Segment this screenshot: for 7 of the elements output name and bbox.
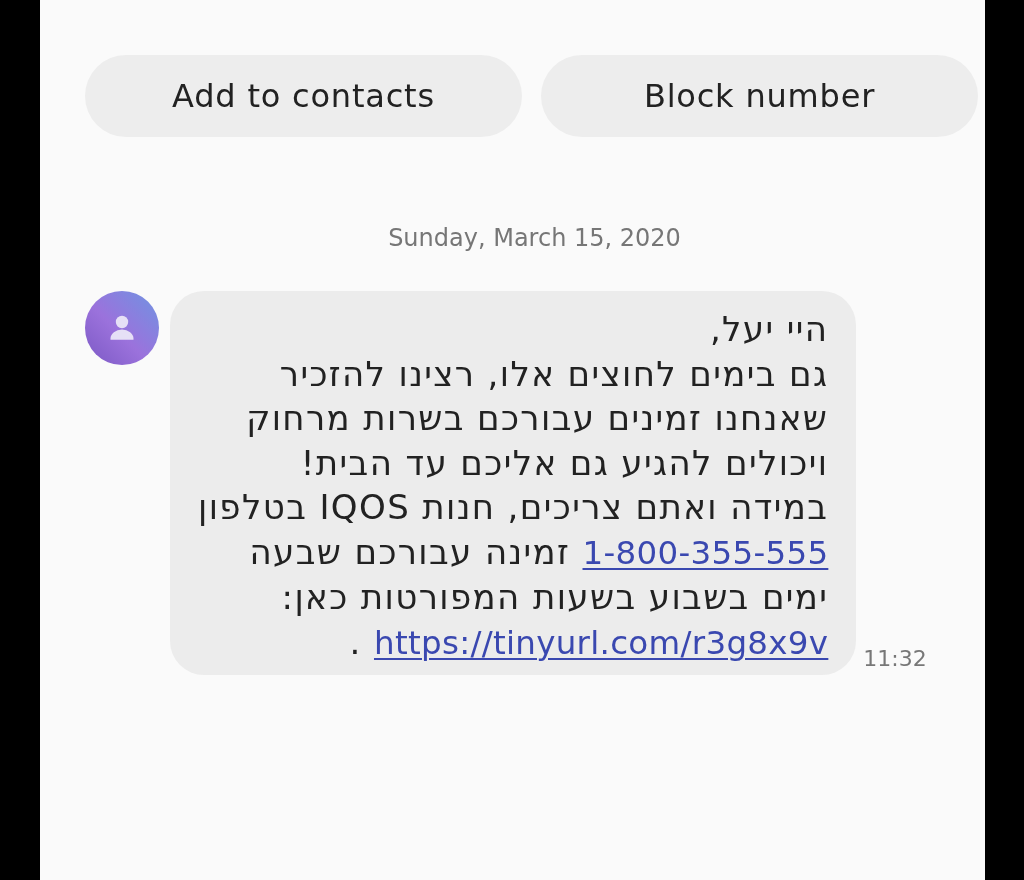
avatar-icon[interactable] <box>85 291 159 365</box>
url-link[interactable]: https://tinyurl.com/r3g8x9v <box>374 623 829 662</box>
date-label: Sunday, March 15, 2020 <box>387 223 682 253</box>
time-label: 11:32 <box>863 646 927 671</box>
block-number-button[interactable]: Block number <box>541 55 978 137</box>
phone-link[interactable]: 1-800-355-555 <box>582 533 829 572</box>
add-contact-button[interactable]: Add to contacts <box>85 55 522 137</box>
